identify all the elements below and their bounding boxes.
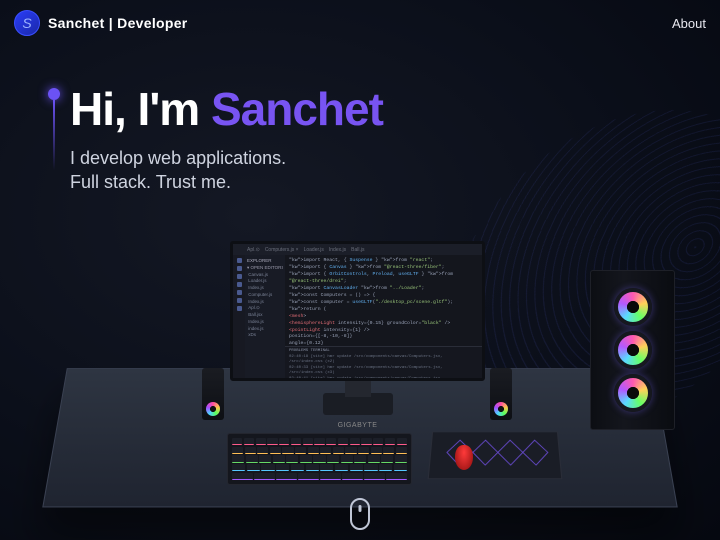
brand[interactable]: S Sanchet | Developer <box>14 10 188 36</box>
nav-about[interactable]: About <box>672 16 706 31</box>
editor-explorer: EXPLORER▾ OPEN EDITORS Canvas.js Loader.… <box>245 255 285 378</box>
accent-dot <box>48 88 60 100</box>
rgb-fan-icon <box>614 288 652 326</box>
editor-code: "kw">import React, { Suspense } "kw">fro… <box>285 255 482 378</box>
hero-sub1: I develop web applications. <box>70 146 383 170</box>
hero-sub2: Full stack. Trust me. <box>70 170 383 194</box>
rgb-fan-icon <box>614 331 652 369</box>
editor-tabs: Apl.⊙Computers.js ×Loader.jsIndex.jsBall… <box>233 244 482 255</box>
logo-icon: S <box>14 10 40 36</box>
rgb-fan-icon <box>614 374 652 412</box>
speaker-left <box>202 368 224 420</box>
editor-terminal: PROBLEMS TERMINAL02:40:18 [vite] hmr upd… <box>285 346 482 378</box>
monitor: GIGABYTE Apl.⊙Computers.js ×Loader.jsInd… <box>230 245 485 415</box>
speaker-right <box>490 368 512 420</box>
monitor-screen: Apl.⊙Computers.js ×Loader.jsIndex.jsBall… <box>230 241 485 381</box>
rgb-ring-icon <box>206 402 220 416</box>
hero: Hi, I'm Sanchet I develop web applicatio… <box>70 82 383 195</box>
hero-sub: I develop web applications. Full stack. … <box>70 146 383 195</box>
monitor-brand: GIGABYTE <box>338 422 378 429</box>
hero-title: Hi, I'm Sanchet <box>70 82 383 136</box>
editor-activity-bar <box>233 255 245 378</box>
keyboard <box>227 433 412 485</box>
pc-tower <box>590 270 675 430</box>
scroll-indicator[interactable] <box>350 498 370 530</box>
mouse <box>455 445 473 470</box>
rgb-ring-icon <box>494 402 508 416</box>
brand-text: Sanchet | Developer <box>48 15 188 31</box>
mousepad <box>428 431 563 479</box>
hero-greeting: Hi, I'm <box>70 83 211 135</box>
accent-line <box>53 100 55 170</box>
hero-name: Sanchet <box>211 83 383 135</box>
